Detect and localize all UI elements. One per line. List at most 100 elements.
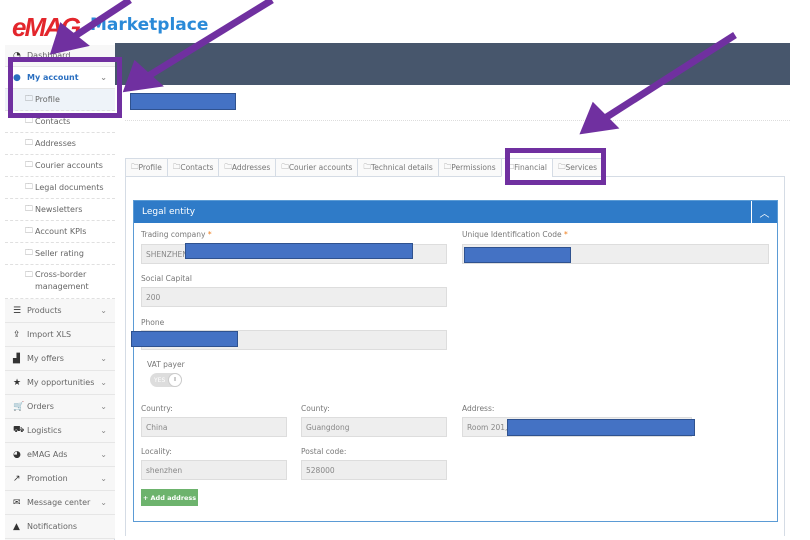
tab-contacts[interactable]: 🗀 Contacts [166, 158, 219, 177]
chevron-down-icon: ⌄ [100, 450, 107, 459]
sidebar-item-emag-ads[interactable]: ◕ eMAG Ads ⌄ [5, 443, 115, 467]
tab-profile[interactable]: 🗀 Profile [125, 158, 167, 177]
toggle-knob: II [168, 373, 182, 387]
panel-title: Legal entity [142, 207, 196, 217]
required-icon: * [564, 230, 568, 239]
marketplace-logo-text: Marketplace [90, 15, 209, 35]
divider [125, 120, 790, 121]
uic-label: Unique Identification Code * [462, 230, 568, 239]
collapse-button[interactable]: ︿ [751, 201, 777, 223]
header-bar [115, 43, 790, 85]
sidebar-item-products[interactable]: ☰ Products ⌄ [5, 299, 115, 323]
emag-logo[interactable]: eMAG [12, 12, 81, 43]
folder-icon: 🗀 [25, 247, 33, 257]
chevron-down-icon: ⌄ [100, 402, 107, 411]
sidebar-item-label: Promotion [27, 474, 68, 483]
tab-label: Permissions [451, 163, 496, 172]
annotation-box [8, 57, 122, 118]
chevron-down-icon: ⌄ [100, 354, 107, 363]
sidebar-item-label: Logistics [27, 426, 62, 435]
folder-icon: 🗀 [131, 162, 139, 171]
sidebar-item-promotion[interactable]: ↗ Promotion ⌄ [5, 467, 115, 491]
redacted-block [185, 243, 413, 259]
chevron-down-icon: ⌄ [100, 378, 107, 387]
trading-company-label: Trading company * [141, 230, 212, 239]
tab-label: Addresses [231, 163, 271, 172]
address-label: Address: [462, 404, 495, 413]
social-capital-field[interactable]: 200 [141, 287, 447, 307]
tab-technical-details[interactable]: 🗀 Technical details [357, 158, 438, 177]
list-icon: ☰ [13, 305, 22, 316]
subitem-label: Courier accounts [35, 161, 103, 170]
sidebar-item-my-opportunities[interactable]: ★ My opportunities ⌄ [5, 371, 115, 395]
chevron-up-icon: ︿ [759, 208, 770, 220]
folder-icon: 🗀 [363, 162, 371, 171]
subitem-label: Account KPIs [35, 227, 87, 236]
required-icon: * [207, 230, 212, 239]
sidebar-item-label: eMAG Ads [27, 450, 68, 459]
subitem-label: Seller rating [35, 249, 84, 258]
sidebar-subitem-seller-rating[interactable]: 🗀 Seller rating [5, 243, 115, 265]
subitem-label: Addresses [35, 139, 76, 148]
redacted-block [507, 419, 695, 436]
postal-code-field[interactable]: 528000 [301, 460, 447, 480]
subitem-label: Cross-border management [35, 270, 89, 291]
sidebar-subitem-courier-accounts[interactable]: 🗀 Courier accounts [5, 155, 115, 177]
folder-icon: 🗀 [25, 181, 33, 191]
add-address-button[interactable]: + Add address [141, 489, 198, 506]
sidebar-item-import-xls[interactable]: ⇪ Import XLS [5, 323, 115, 347]
tab-addresses[interactable]: 🗀 Addresses [218, 158, 276, 177]
locality-field[interactable]: shenzhen [141, 460, 287, 480]
chevron-down-icon: ⌄ [100, 498, 107, 507]
arrow-head [579, 101, 620, 135]
bell-icon: ▲ [13, 521, 20, 532]
subitem-label: Newsletters [35, 205, 83, 214]
sidebar-item-orders[interactable]: 🛒 Orders ⌄ [5, 395, 115, 419]
social-capital-label: Social Capital [141, 274, 192, 283]
sidebar-item-label: Notifications [27, 522, 78, 531]
star-icon: ★ [13, 377, 22, 388]
locality-label: Locality: [141, 447, 172, 456]
sidebar-subitem-cross-border[interactable]: 🗀 Cross-border management [5, 265, 115, 299]
line-chart-icon: ↗ [13, 473, 21, 484]
folder-icon: 🗀 [25, 159, 33, 169]
postal-code-label: Postal code: [301, 447, 347, 456]
toggle-label: YES [154, 376, 166, 384]
sidebar-item-label: My offers [27, 354, 64, 363]
folder-icon: 🗀 [443, 162, 452, 171]
county-label: County: [301, 404, 330, 413]
phone-label: Phone [141, 318, 165, 327]
folder-icon: 🗀 [172, 162, 181, 171]
country-field[interactable]: China [141, 417, 287, 437]
sidebar-subitem-addresses[interactable]: 🗀 Addresses [5, 133, 115, 155]
tab-permissions[interactable]: 🗀 Permissions [437, 158, 501, 177]
sidebar-subitem-newsletters[interactable]: 🗀 Newsletters [5, 199, 115, 221]
subitem-label: Legal documents [35, 183, 104, 192]
folder-icon: 🗀 [25, 270, 33, 279]
folder-icon: 🗀 [25, 137, 33, 147]
sidebar-item-label: Import XLS [27, 330, 72, 339]
annotation-box [505, 148, 606, 185]
redacted-block [131, 331, 238, 347]
chevron-down-icon: ⌄ [100, 306, 107, 315]
country-label: Country: [141, 404, 173, 413]
tab-courier-accounts[interactable]: 🗀 Courier accounts [275, 158, 358, 177]
redacted-block [130, 93, 236, 110]
folder-icon: 🗀 [25, 225, 33, 235]
chart-icon: ▟ [13, 353, 20, 364]
vat-payer-toggle[interactable]: YES II [150, 373, 182, 387]
sidebar-item-my-offers[interactable]: ▟ My offers ⌄ [5, 347, 115, 371]
sidebar-subitem-legal-documents[interactable]: 🗀 Legal documents [5, 177, 115, 199]
cart-icon: 🛒 [13, 401, 25, 412]
panel-header: Legal entity ︿ [134, 201, 777, 223]
sidebar-subitem-account-kpis[interactable]: 🗀 Account KPIs [5, 221, 115, 243]
county-field[interactable]: Guangdong [301, 417, 447, 437]
sidebar-item-message-center[interactable]: ✉ Message center ⌄ [5, 491, 115, 515]
sidebar-item-notifications[interactable]: ▲ Notifications [5, 515, 115, 539]
pie-icon: ◕ [13, 449, 21, 460]
sidebar-item-label: Message center [27, 498, 91, 507]
chevron-down-icon: ⌄ [100, 426, 107, 435]
sidebar-item-label: Orders [27, 402, 54, 411]
sidebar-item-logistics[interactable]: ⛟ Logistics ⌄ [5, 419, 115, 443]
redacted-block [464, 247, 571, 263]
